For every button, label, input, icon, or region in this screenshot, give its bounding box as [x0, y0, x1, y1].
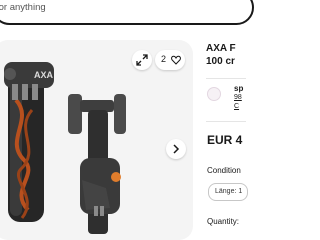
condition-label: Condition — [207, 166, 241, 175]
expand-icon — [136, 54, 148, 66]
seller-avatar[interactable] — [207, 87, 221, 101]
chevron-right-icon — [173, 144, 180, 154]
contact-seller-link[interactable]: C — [234, 103, 239, 110]
watch-button[interactable]: 2 — [155, 50, 185, 70]
listing-title-line1: AXA F — [206, 43, 236, 54]
quantity-label: Quantity: — [207, 217, 240, 226]
watch-count: 2 — [161, 54, 167, 64]
search-input[interactable]: for anything — [0, 2, 46, 13]
length-select-value: Länge: 1 — [215, 188, 243, 195]
price: EUR 4 — [207, 133, 243, 147]
listing-title-line2: 100 cr — [206, 56, 235, 67]
listing-title: AXA F 100 cr — [206, 42, 246, 68]
length-select[interactable]: Länge: 1 — [208, 183, 248, 201]
divider — [206, 121, 246, 122]
seller-name[interactable]: sp — [234, 84, 243, 93]
product-image: AXA — [4, 62, 126, 234]
search-bar[interactable]: for anything — [0, 0, 254, 25]
svg-text:AXA: AXA — [34, 70, 54, 80]
heart-icon — [171, 55, 181, 65]
divider — [206, 78, 246, 79]
product-image-gallery[interactable]: AXA — [0, 40, 193, 240]
seller-feedback[interactable]: 98 — [234, 94, 242, 101]
expand-button[interactable] — [132, 50, 152, 70]
next-image-button[interactable] — [166, 139, 186, 159]
